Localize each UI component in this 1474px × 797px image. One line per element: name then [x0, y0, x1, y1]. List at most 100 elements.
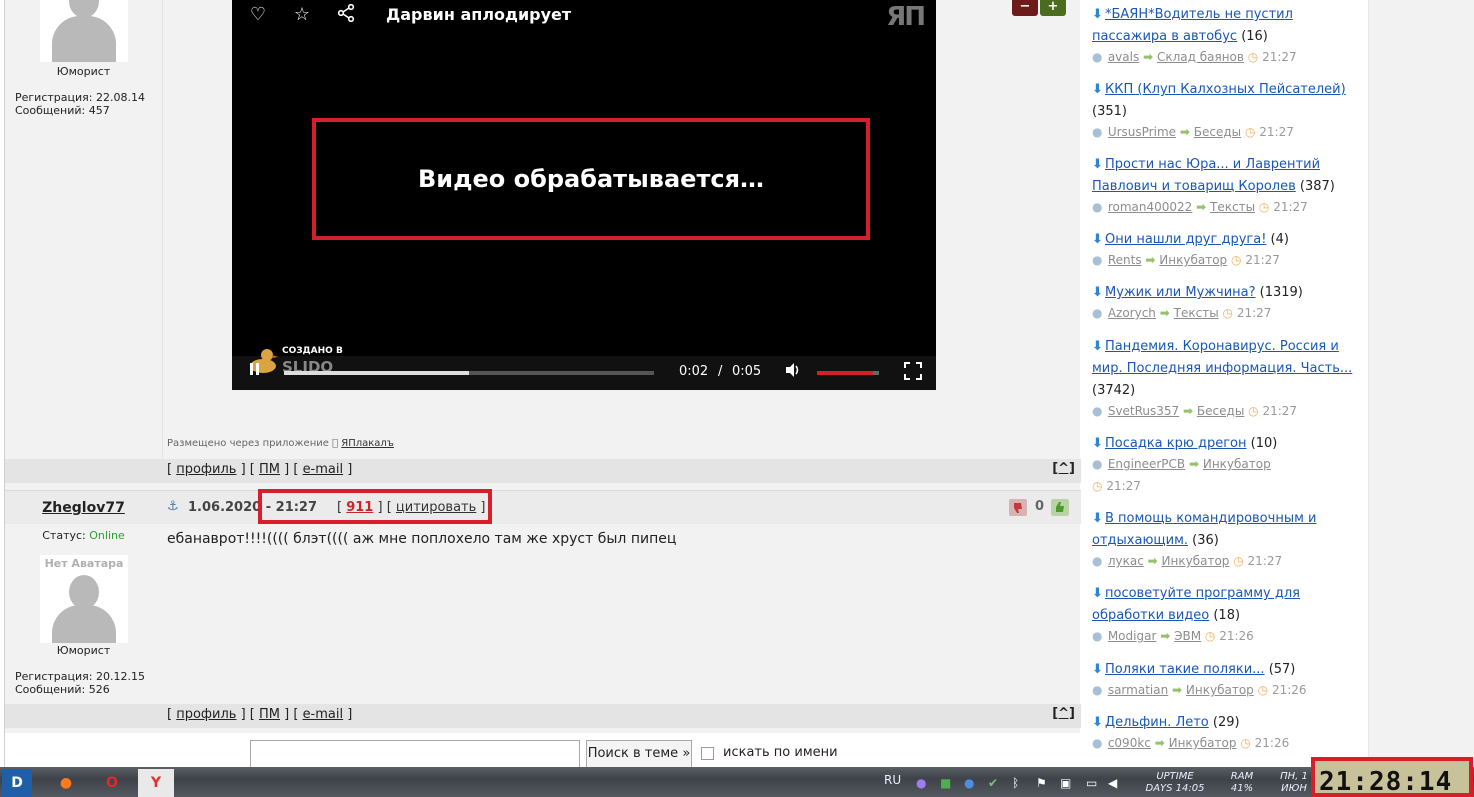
topic-time: 21:27	[1236, 306, 1272, 320]
app-link[interactable]: ЯПлакалъ	[341, 438, 394, 449]
lightning-icon[interactable]: ●	[964, 776, 974, 790]
topic-section[interactable]: Тексты	[1174, 306, 1219, 320]
topic-arrow-icon: ⬇	[1092, 339, 1103, 354]
speaker-icon[interactable]: ◀	[1108, 776, 1117, 790]
email-link[interactable]: e-mail	[303, 462, 344, 477]
topic-meta: ● sarmatian ➡ Инкубатор ◷ 21:26	[1092, 683, 1307, 697]
volume-slider[interactable]	[817, 371, 879, 375]
arrow-right-icon: ➡	[1160, 629, 1171, 643]
topic-last-user[interactable]: EngineerPCB	[1108, 457, 1185, 471]
viber-icon[interactable]: ●	[916, 776, 926, 790]
usb-icon[interactable]: ▣	[1060, 776, 1071, 790]
topic-title-link[interactable]: ККП (Клуп Калхозных Пейсателей)	[1105, 82, 1346, 97]
topic-title-link[interactable]: Поляки такие поляки...	[1105, 662, 1265, 677]
topic-arrow-icon: ⬇	[1092, 157, 1103, 172]
video-progress-bar[interactable]	[284, 371, 654, 375]
fullscreen-icon[interactable]	[902, 362, 924, 384]
opera-icon[interactable]: O	[94, 769, 130, 797]
topic-title-link[interactable]: посоветуйте программу для обработки виде…	[1092, 586, 1300, 623]
topic-last-user[interactable]: Modigar	[1108, 629, 1157, 643]
topic-title-link[interactable]: Дельфин. Лето	[1105, 715, 1209, 730]
topic-meta: ● Azorych ➡ Тексты ◷ 21:27	[1092, 306, 1271, 320]
post-author[interactable]: Zheglov77	[5, 500, 162, 516]
user-avatar: Нет Аватара	[40, 555, 128, 643]
user-icon: ●	[1092, 736, 1103, 750]
topic-section[interactable]: Склад баянов	[1157, 50, 1244, 64]
scroll-top-link[interactable]: [^]	[1052, 461, 1075, 476]
ram-value: 41%	[1230, 783, 1254, 794]
topic-section[interactable]: Инкубатор	[1169, 736, 1237, 750]
profile-link[interactable]: профиль	[176, 462, 236, 477]
topic-section[interactable]: ЭВМ	[1174, 629, 1201, 643]
topic-section[interactable]: Инкубатор	[1162, 554, 1230, 568]
topic-last-user[interactable]: avals	[1108, 50, 1139, 64]
topic-last-user[interactable]: UrsusPrime	[1108, 125, 1176, 139]
heart-icon[interactable]: ♡	[247, 4, 269, 26]
topic-meta: ● UrsusPrime ➡ Беседы ◷ 21:27	[1092, 125, 1294, 139]
network-icon[interactable]: ■	[940, 776, 951, 790]
post-body: ебанаврот!!!!(((( блэт(((( аж мне поплох…	[167, 531, 677, 547]
topic-last-user[interactable]: sarmatian	[1108, 683, 1168, 697]
display-icon[interactable]: ▭	[1086, 776, 1097, 790]
topic-title-link[interactable]: Посадка крю дрегон	[1105, 436, 1246, 451]
video-player[interactable]: ♡ ☆ Дарвин аплодирует ЯП Видео обрабатыв…	[232, 0, 936, 390]
thread-search-input[interactable]	[250, 740, 580, 768]
user-rank: Юморист	[56, 65, 111, 78]
topic-count: (57)	[1268, 662, 1296, 677]
quote-link[interactable]: цитировать	[396, 500, 476, 515]
topic-section[interactable]: Инкубатор	[1159, 253, 1227, 267]
topic-title-link[interactable]: Пандемия. Коронавирус. Россия и мир. Пос…	[1092, 339, 1352, 376]
thumbs-down-icon[interactable]	[1009, 499, 1027, 516]
video-processing-message: Видео обрабатывается…	[312, 118, 870, 240]
topic-section[interactable]: Инкубатор	[1203, 457, 1271, 471]
update-icon[interactable]: ✔	[988, 776, 998, 790]
topic-last-user[interactable]: лукас	[1108, 554, 1144, 568]
posted-via: Размещено через приложение  ЯПлакалъ	[167, 438, 394, 449]
star-icon[interactable]: ☆	[291, 4, 313, 26]
topic-time: 21:26	[1254, 736, 1290, 750]
zoom-in-button[interactable]: +	[1040, 0, 1066, 16]
volume-icon[interactable]	[782, 362, 804, 384]
topic-last-user[interactable]: SvetRus357	[1108, 404, 1179, 418]
site-logo: ЯП	[886, 2, 926, 32]
topic-section[interactable]: Тексты	[1210, 200, 1255, 214]
topic-item: ⬇ Мужик или Мужчина? (1319)	[1092, 282, 1364, 304]
topic-last-user[interactable]: roman400022	[1108, 200, 1192, 214]
topic-section[interactable]: Беседы	[1194, 125, 1241, 139]
pause-icon[interactable]	[244, 361, 266, 383]
profile-link[interactable]: профиль	[176, 707, 236, 722]
day-label: ПН, 1	[1280, 771, 1308, 782]
yandex-browser-icon[interactable]: Y	[138, 769, 174, 797]
start-button[interactable]: D	[2, 769, 32, 797]
clock-icon: ◷	[1240, 736, 1251, 750]
post-header: Zheglov77 ⚓ 1.06.2020 - 21:27 [ 911 ] [ …	[5, 489, 1081, 524]
share-icon[interactable]	[335, 3, 357, 26]
topic-arrow-icon: ⬇	[1092, 662, 1103, 677]
topic-last-user[interactable]: Rents	[1108, 253, 1142, 267]
post-number-link[interactable]: 911	[346, 500, 373, 515]
topic-section[interactable]: Беседы	[1197, 404, 1244, 418]
thread-search-button[interactable]: Поиск в теме »	[586, 740, 692, 768]
topic-meta: ● roman400022 ➡ Тексты ◷ 21:27	[1092, 200, 1308, 214]
topic-title-link[interactable]: Мужик или Мужчина?	[1105, 285, 1256, 300]
email-link[interactable]: e-mail	[303, 707, 344, 722]
flag-icon[interactable]: ⚑	[1036, 776, 1047, 790]
pm-link[interactable]: ПМ	[259, 462, 280, 477]
bluetooth-icon[interactable]: ᛒ	[1012, 776, 1019, 790]
topic-title-link[interactable]: Они нашли друг друга!	[1105, 232, 1266, 247]
topic-last-user[interactable]: c090kc	[1108, 736, 1151, 750]
language-indicator[interactable]: RU	[884, 774, 901, 786]
post-footer-links: [ профиль ] [ ПМ ] [ e-mail ]	[167, 707, 353, 722]
topic-item: ⬇ посоветуйте программу для обработки вид…	[1092, 583, 1364, 627]
scroll-top-link[interactable]: [^]	[1052, 706, 1075, 721]
thumbs-up-icon[interactable]	[1051, 499, 1069, 516]
zoom-out-button[interactable]: −	[1012, 0, 1038, 16]
anchor-icon[interactable]: ⚓	[167, 499, 179, 514]
topic-title-link[interactable]: Прости нас Юра... и Лаврентий Павлович и…	[1092, 157, 1320, 194]
search-by-name-checkbox[interactable]	[701, 747, 714, 760]
firefox-icon[interactable]: ●	[48, 769, 84, 797]
topic-last-user[interactable]: Azorych	[1108, 306, 1156, 320]
topic-item: ⬇ Дельфин. Лето (29)	[1092, 712, 1364, 734]
pm-link[interactable]: ПМ	[259, 707, 280, 722]
topic-section[interactable]: Инкубатор	[1186, 683, 1254, 697]
